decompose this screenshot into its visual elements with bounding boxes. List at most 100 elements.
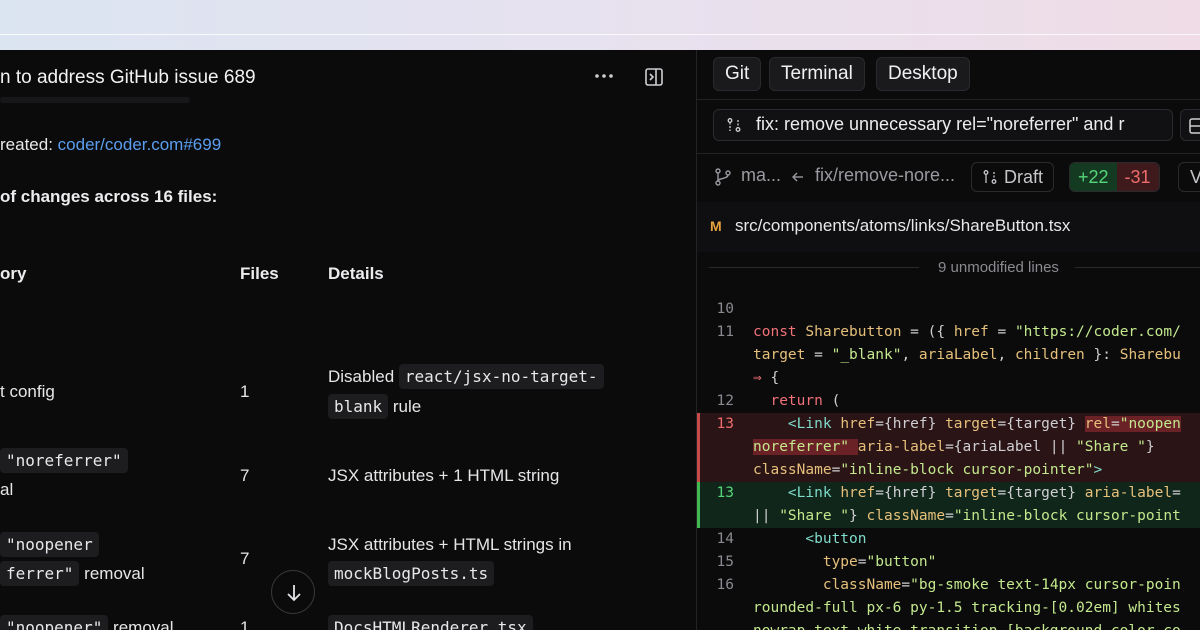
code-text: target = "_blank", ariaLabel, children }… — [753, 347, 1181, 363]
code-text: <Link href={href} target={target} rel="n… — [787, 416, 1181, 432]
pr-divider — [697, 153, 1200, 154]
code-text: type="button" — [822, 554, 937, 570]
code-text: className="bg-smoke text-14px cursor-poi… — [822, 577, 1181, 593]
more-options-button[interactable] — [592, 64, 616, 88]
deletions-count: -31 — [1116, 163, 1159, 191]
chat-panel: n to address GitHub issue 689 reated: co… — [0, 50, 696, 630]
pr-side-button[interactable] — [1180, 109, 1200, 141]
code-line: 16 className="bg-smoke text-14px cursor-… — [697, 574, 1200, 597]
pull-request-draft-icon — [983, 170, 997, 184]
unmodified-rule-left — [709, 267, 919, 268]
deleted-line: className="inline-block cursor-pointer"> — [697, 459, 1200, 482]
base-branch[interactable]: ma... — [741, 165, 781, 186]
unmodified-lines-expander[interactable]: 9 unmodified lines — [938, 259, 1059, 276]
row1-details-code: react/jsx-no-target- — [398, 364, 604, 389]
chat-title: n to address GitHub issue 689 — [0, 67, 256, 88]
created-line: reated: coder/coder.com#699 — [0, 135, 221, 155]
row3-details-b: mockBlogPosts.ts — [328, 559, 495, 589]
row3-details-code: mockBlogPosts.ts — [328, 561, 495, 586]
tab-terminal[interactable]: Terminal — [769, 57, 865, 91]
app-window: n to address GitHub issue 689 reated: co… — [0, 50, 1200, 630]
toggle-panel-button[interactable] — [644, 67, 664, 87]
addition-marker — [697, 505, 700, 528]
code-text: nowrap text-white transition-[background… — [753, 620, 1181, 630]
pr-title-box[interactable]: fix: remove unnecessary rel="noreferrer"… — [713, 109, 1173, 141]
code-line: 11 const Sharebutton = ({ href = "https:/… — [697, 321, 1200, 344]
row1-files: 1 — [240, 382, 250, 401]
code-text: const Sharebutton = ({ href = "https://c… — [753, 324, 1181, 340]
deleted-line: noreferrer" aria-label={ariaLabel || "Sh… — [697, 436, 1200, 459]
row1-details-code-cont: blank — [328, 394, 389, 419]
row4-category-code: "noopener" — [0, 615, 109, 630]
code-text: || "Share "} className="inline-block cur… — [753, 508, 1181, 524]
row3-category-code: "noopener — [0, 532, 99, 557]
code-text: return ( — [770, 393, 841, 409]
code-text: <button — [805, 531, 867, 547]
row1-details-text: Disabled — [328, 367, 399, 386]
row3-category-code-cont: ferrer" — [0, 561, 80, 586]
code-line: 10 — [697, 298, 1200, 321]
summary-heading: of changes across 16 files: — [0, 187, 218, 206]
sidebar-panel-icon — [645, 68, 663, 86]
code-line: 14 <button — [697, 528, 1200, 551]
view-button[interactable]: V — [1178, 162, 1200, 192]
code-text: className="inline-block cursor-pointer"> — [753, 462, 1103, 478]
pr-link[interactable]: coder/coder.com#699 — [58, 135, 222, 154]
row3-category-a: "noopener — [0, 530, 99, 560]
deletion-marker — [697, 459, 700, 482]
row4-files: 1 — [240, 618, 250, 630]
scroll-down-button[interactable] — [271, 570, 315, 614]
row3-category-b: ferrer" removal — [0, 559, 145, 589]
deleted-line: 13 <Link href={href} target={target} rel… — [697, 413, 1200, 436]
file-path: src/components/atoms/links/ShareButton.t… — [735, 216, 1071, 235]
row1-details-rule: rule — [388, 397, 422, 416]
row1-details-a: Disabled react/jsx-no-target- — [328, 362, 604, 392]
row4-category: "noopener" removal — [0, 613, 174, 630]
diff-stat: +22 -31 — [1069, 162, 1160, 192]
git-branch-icon — [715, 168, 731, 186]
row1-details-b: blank rule — [328, 392, 421, 422]
additions-count: +22 — [1070, 163, 1117, 191]
git-panel: Git Terminal Desktop fix: remove unneces… — [697, 50, 1200, 630]
created-label: reated: — [0, 135, 58, 154]
code-text: <Link href={href} target={target} aria-l… — [787, 485, 1181, 501]
code-text: noreferrer" aria-label={ariaLabel || "Sh… — [753, 439, 1155, 455]
pr-title: fix: remove unnecessary rel="noreferrer"… — [756, 114, 1125, 134]
line-number: 11 — [716, 324, 734, 340]
draft-status-badge[interactable]: Draft — [971, 162, 1055, 192]
truncated-text-line — [0, 97, 190, 103]
head-branch[interactable]: fix/remove-nore... — [815, 165, 955, 186]
row3-files: 7 — [240, 549, 250, 568]
tab-git[interactable]: Git — [713, 57, 762, 91]
line-number: 13 — [716, 416, 734, 432]
row1-category: t config — [0, 382, 55, 401]
code-text: rounded-full px-6 py-1.5 tracking-[0.02e… — [753, 600, 1181, 616]
code-text: ⇒ { — [753, 370, 780, 386]
line-number: 12 — [716, 393, 734, 409]
table-header-details: Details — [328, 264, 384, 283]
desktop-background — [0, 0, 1200, 50]
draft-label: Draft — [1004, 167, 1044, 187]
table-header-files: Files — [240, 264, 279, 283]
row4-category-text: removal — [108, 618, 174, 630]
arrow-down-icon — [287, 585, 301, 602]
tab-desktop[interactable]: Desktop — [876, 57, 970, 91]
added-line: 13 <Link href={href} target={target} ari… — [697, 482, 1200, 505]
added-line: || "Share "} className="inline-block cur… — [697, 505, 1200, 528]
deletion-marker — [697, 436, 700, 459]
row3-category-text: removal — [79, 564, 145, 583]
code-line: rounded-full px-6 py-1.5 tracking-[0.02e… — [697, 597, 1200, 620]
line-number: 15 — [716, 554, 734, 570]
row2-category-code: "noreferrer" — [0, 448, 128, 473]
modified-badge: M — [710, 218, 722, 234]
row4-details-code: DocsHTMLRenderer.tsx — [328, 615, 533, 630]
row2-category-a: "noreferrer" — [0, 446, 128, 476]
line-number: 10 — [716, 301, 734, 317]
panel-icon — [1189, 118, 1200, 134]
table-header-category: ory — [0, 264, 27, 283]
code-line: 12 return ( — [697, 390, 1200, 413]
pull-request-icon — [727, 118, 741, 132]
code-line: nowrap text-white transition-[background… — [697, 620, 1200, 630]
row3-details-a: JSX attributes + HTML strings in — [328, 535, 572, 554]
row2-category-b: al — [0, 480, 14, 499]
